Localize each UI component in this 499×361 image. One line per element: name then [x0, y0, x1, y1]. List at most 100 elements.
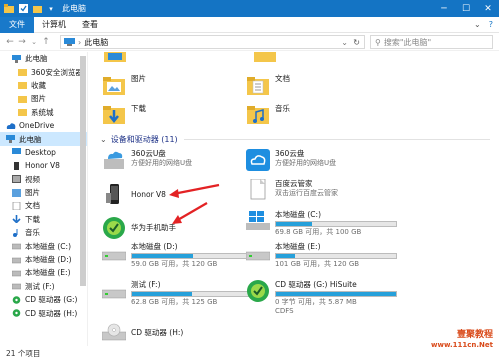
group-divider [183, 139, 490, 140]
drive-space-text: 69.8 GB 可用，共 100 GB [275, 227, 362, 236]
sidebar-item[interactable]: 视频 [0, 173, 87, 186]
drive-d[interactable]: 本地磁盘 (D:) 59.0 GB 可用，共 120 GB [102, 242, 253, 268]
ribbon-expand-icon[interactable]: ⌄ [474, 20, 481, 29]
sidebar-item-label: 收藏 [31, 80, 46, 90]
sidebar-scrollbar[interactable] [80, 56, 86, 286]
drive-f[interactable]: 测试 (F:) 62.8 GB 可用，共 125 GB [102, 280, 253, 306]
sidebar-item[interactable]: Desktop [0, 146, 87, 159]
cloud-drive-icon [246, 149, 270, 171]
quick-access-folder-icon[interactable] [32, 4, 42, 14]
sidebar-item[interactable]: CD 驱动器 (G:) [0, 293, 87, 306]
sidebar-item[interactable]: 本地磁盘 (C:) [0, 239, 87, 252]
sidebar-item[interactable]: 音乐 [0, 226, 87, 239]
sidebar-item[interactable]: 此电脑 [0, 132, 87, 146]
drive-icon [102, 242, 126, 264]
tab-view[interactable]: 查看 [74, 17, 106, 33]
sidebar-item[interactable]: 文档 [0, 199, 87, 212]
collapse-chevron-icon[interactable]: ⌄ [100, 135, 107, 144]
drive-h-cd[interactable]: CD 驱动器 (H:) [102, 320, 252, 346]
forward-arrow-icon[interactable]: → [16, 37, 28, 47]
app-folder-icon [4, 4, 14, 14]
device-name: CD 驱动器 (G:) HiSuite [275, 280, 357, 289]
sidebar-item[interactable]: 收藏 [0, 79, 87, 92]
sidebar-item-label: 本地磁盘 (C:) [25, 241, 71, 251]
up-arrow-icon[interactable]: ↑ [40, 37, 52, 47]
pictures-folder-icon [102, 74, 126, 96]
sidebar-item[interactable]: 本地磁盘 (D:) [0, 253, 87, 266]
drive-icon [11, 282, 22, 290]
device-name: Honor V8 [131, 190, 166, 200]
sidebar-item[interactable]: 下载 [0, 213, 87, 226]
quick-access-dropdown-icon[interactable]: ▾ [46, 4, 56, 14]
drive-space-text: 59.0 GB 可用，共 120 GB [131, 259, 218, 268]
drive-icon [102, 280, 126, 302]
search-placeholder: 搜索"此电脑" [383, 37, 432, 47]
sidebar-item[interactable]: 本地磁盘 (E:) [0, 266, 87, 279]
drive-space-text: 0 字节 可用，共 5.87 MB [275, 297, 357, 306]
device-360-cloud-drive[interactable]: 360云盘 方便好用的网络U盘 [246, 149, 396, 175]
drive-usage-bar [275, 290, 397, 297]
documents-folder-icon [246, 74, 270, 96]
sidebar-item[interactable]: CD 驱动器 (H:) [0, 306, 87, 319]
device-360-cloud-usb[interactable]: 360云U盘 方便好用的网络U盘 [102, 149, 252, 175]
navigation-pane: 此电脑 360安全浏览器 收藏 图片 系统城 OneDrive 此电脑 Desktop Hono… [0, 52, 88, 346]
tab-file[interactable]: 文件 [0, 16, 34, 33]
address-box[interactable]: › 此电脑 ⌄ ↻ [60, 35, 365, 49]
watermark-title: 壹聚教程 [456, 330, 493, 340]
folder-icon [18, 95, 27, 103]
sidebar-item-label: 视频 [25, 174, 40, 184]
sidebar-item[interactable]: OneDrive [0, 119, 87, 132]
address-path: 此电脑 [84, 37, 109, 47]
close-button[interactable]: ✕ [477, 0, 499, 17]
drive-filesystem-text: CDFS [275, 307, 294, 315]
device-subtitle: 方便好用的网络U盘 [131, 158, 193, 167]
cd-icon [12, 295, 21, 304]
item-count: 21 个项目 [6, 349, 41, 358]
cd-icon [12, 309, 21, 317]
sidebar-item[interactable]: 360安全浏览器 [0, 65, 87, 78]
device-baidu-cloud[interactable]: 百度云管家 双击运行百度云管家 [246, 179, 396, 205]
hisuite-cd-icon [246, 280, 270, 302]
folder-tile-partial[interactable] [252, 52, 382, 64]
sidebar-item[interactable]: 图片 [0, 186, 87, 199]
refresh-icon[interactable]: ↻ [353, 38, 360, 47]
folder-tile-pictures[interactable]: 图片 [102, 74, 252, 100]
device-name: 本地磁盘 (D:) [131, 242, 178, 251]
sidebar-item[interactable]: Honor V8 [0, 159, 87, 172]
sidebar-item[interactable]: 图片 [0, 92, 87, 105]
phone-icon [12, 161, 21, 170]
back-arrow-icon[interactable]: ← [4, 37, 16, 47]
annotation-arrow-icon [169, 183, 220, 198]
drive-icon [11, 242, 22, 250]
folder-tile-downloads[interactable]: 下载 [102, 104, 252, 130]
tab-computer[interactable]: 计算机 [34, 17, 74, 33]
device-name: 360云盘 [275, 149, 305, 158]
search-input[interactable]: ⚲ 搜索"此电脑" [370, 35, 493, 49]
sidebar-item-label: Honor V8 [25, 161, 60, 171]
address-row: ← → ⌄ ↑ › 此电脑 ⌄ ↻ ⚲ 搜索"此电脑" [0, 33, 499, 51]
recent-dropdown-icon[interactable]: ⌄ [28, 38, 40, 46]
maximize-button[interactable]: ☐ [455, 0, 477, 17]
picture-icon [12, 188, 21, 197]
folder-tile-music[interactable]: 音乐 [246, 104, 396, 130]
sidebar-item[interactable]: 系统城 [0, 106, 87, 119]
computer-icon [12, 54, 21, 63]
device-name: 测试 (F:) [131, 280, 161, 289]
address-dropdown-icon[interactable]: ⌄ [341, 38, 348, 47]
minimize-button[interactable]: ─ [433, 0, 455, 17]
music-folder-icon [246, 104, 270, 126]
sidebar-item-label: 测试 (F:) [25, 281, 55, 291]
folder-tile-partial[interactable] [102, 52, 232, 64]
help-icon[interactable]: ? [489, 20, 493, 29]
drive-g-hisuite[interactable]: CD 驱动器 (G:) HiSuite 0 字节 可用，共 5.87 MB CD… [246, 280, 397, 315]
sidebar-item[interactable]: 此电脑 [0, 52, 87, 65]
document-icon [12, 201, 21, 211]
devices-group-header[interactable]: ⌄ 设备和驱动器 (11) [100, 134, 490, 145]
annotation-arrow-icon [172, 202, 208, 224]
drive-c[interactable]: 本地磁盘 (C:) 69.8 GB 可用，共 100 GB [246, 210, 397, 236]
folder-tile-documents[interactable]: 文档 [246, 74, 396, 100]
downloads-folder-icon [102, 104, 126, 126]
sidebar-item[interactable]: 测试 (F:) [0, 280, 87, 293]
quick-access-check-icon[interactable] [18, 4, 28, 14]
drive-e[interactable]: 本地磁盘 (E:) 101 GB 可用，共 120 GB [246, 242, 397, 268]
